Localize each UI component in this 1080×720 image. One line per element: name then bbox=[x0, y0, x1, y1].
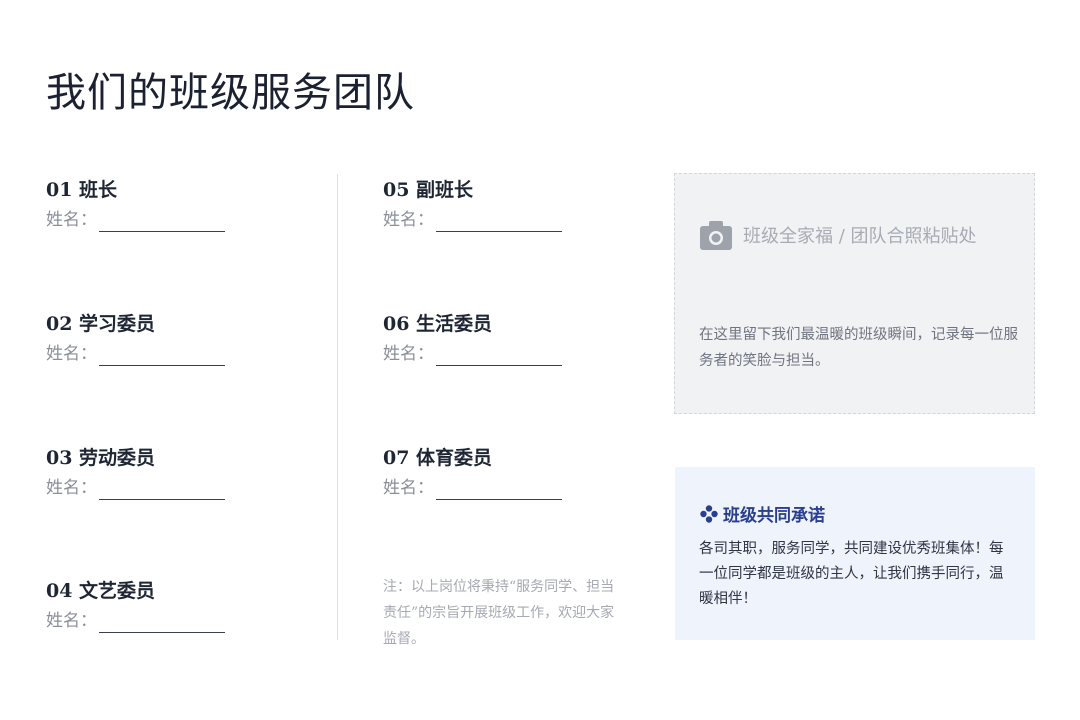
name-label: 姓名： bbox=[383, 210, 434, 230]
photo-description: 在这里留下我们最温暖的班级瞬间，记录每一位服务者的笑脸与担当。 bbox=[699, 327, 1018, 369]
footnote: 注：以上岗位将秉持“服务同学、担当责任”的宗旨开展班级工作，欢迎大家监督。 bbox=[383, 579, 615, 647]
role-card: 04 文艺委员 姓名： bbox=[46, 579, 225, 633]
name-blank-line[interactable] bbox=[99, 348, 225, 366]
photo-title: 班级全家福 / 团队合照粘贴处 bbox=[743, 226, 977, 247]
promise-header: 班级共同承诺 bbox=[699, 501, 825, 526]
role-name-row: 姓名： bbox=[383, 208, 562, 232]
role-title: 01 班长 bbox=[46, 179, 118, 201]
role-card: 01 班长 姓名： bbox=[46, 178, 225, 232]
role-title: 05 副班长 bbox=[383, 179, 474, 201]
role-title: 02 学习委员 bbox=[46, 313, 156, 335]
roles-left-column: 01 班长 姓名： 02 学习委员 姓名： 03 劳动委员 姓名： 04 文艺委… bbox=[46, 174, 336, 640]
name-blank-line[interactable] bbox=[99, 214, 225, 232]
role-name-row: 姓名： bbox=[46, 476, 225, 500]
role-title: 07 体育委员 bbox=[383, 447, 493, 469]
role-title: 04 文艺委员 bbox=[46, 580, 156, 602]
role-card: 06 生活委员 姓名： bbox=[383, 312, 562, 366]
name-label: 姓名： bbox=[46, 344, 97, 364]
photo-header: 班级全家福 / 团队合照粘贴处 bbox=[699, 218, 977, 252]
column-divider bbox=[337, 174, 338, 640]
page-title: 我们的班级服务团队 bbox=[46, 70, 415, 116]
flower-icon bbox=[699, 504, 719, 524]
role-card: 05 副班长 姓名： bbox=[383, 178, 562, 232]
role-title: 03 劳动委员 bbox=[46, 447, 156, 469]
role-name-row: 姓名： bbox=[383, 342, 562, 366]
name-label: 姓名： bbox=[46, 611, 97, 631]
role-name-row: 姓名： bbox=[46, 342, 225, 366]
roles-right-column: 05 副班长 姓名： 06 生活委员 姓名： 07 体育委员 姓名： 注：以上岗… bbox=[383, 174, 633, 647]
name-blank-line[interactable] bbox=[436, 482, 562, 500]
role-card: 03 劳动委员 姓名： bbox=[46, 446, 225, 500]
class-promise-card: 班级共同承诺 各司其职，服务同学，共同建设优秀班集体！每一位同学都是班级的主人，… bbox=[675, 467, 1035, 640]
name-blank-line[interactable] bbox=[99, 482, 225, 500]
name-blank-line[interactable] bbox=[99, 615, 225, 633]
role-name-row: 姓名： bbox=[46, 609, 225, 633]
camera-icon bbox=[699, 218, 733, 252]
name-label: 姓名： bbox=[46, 478, 97, 498]
photo-placeholder[interactable]: 班级全家福 / 团队合照粘贴处 在这里留下我们最温暖的班级瞬间，记录每一位服务者… bbox=[674, 173, 1035, 414]
role-name-row: 姓名： bbox=[383, 476, 562, 500]
name-label: 姓名： bbox=[383, 344, 434, 364]
role-title: 06 生活委员 bbox=[383, 313, 493, 335]
promise-title: 班级共同承诺 bbox=[723, 506, 825, 526]
name-blank-line[interactable] bbox=[436, 214, 562, 232]
role-name-row: 姓名： bbox=[46, 208, 225, 232]
role-card: 02 学习委员 姓名： bbox=[46, 312, 225, 366]
name-label: 姓名： bbox=[46, 210, 97, 230]
name-blank-line[interactable] bbox=[436, 348, 562, 366]
promise-text: 各司其职，服务同学，共同建设优秀班集体！每一位同学都是班级的主人，让我们携手同行… bbox=[699, 541, 1004, 607]
name-label: 姓名： bbox=[383, 478, 434, 498]
role-card: 07 体育委员 姓名： bbox=[383, 446, 562, 500]
